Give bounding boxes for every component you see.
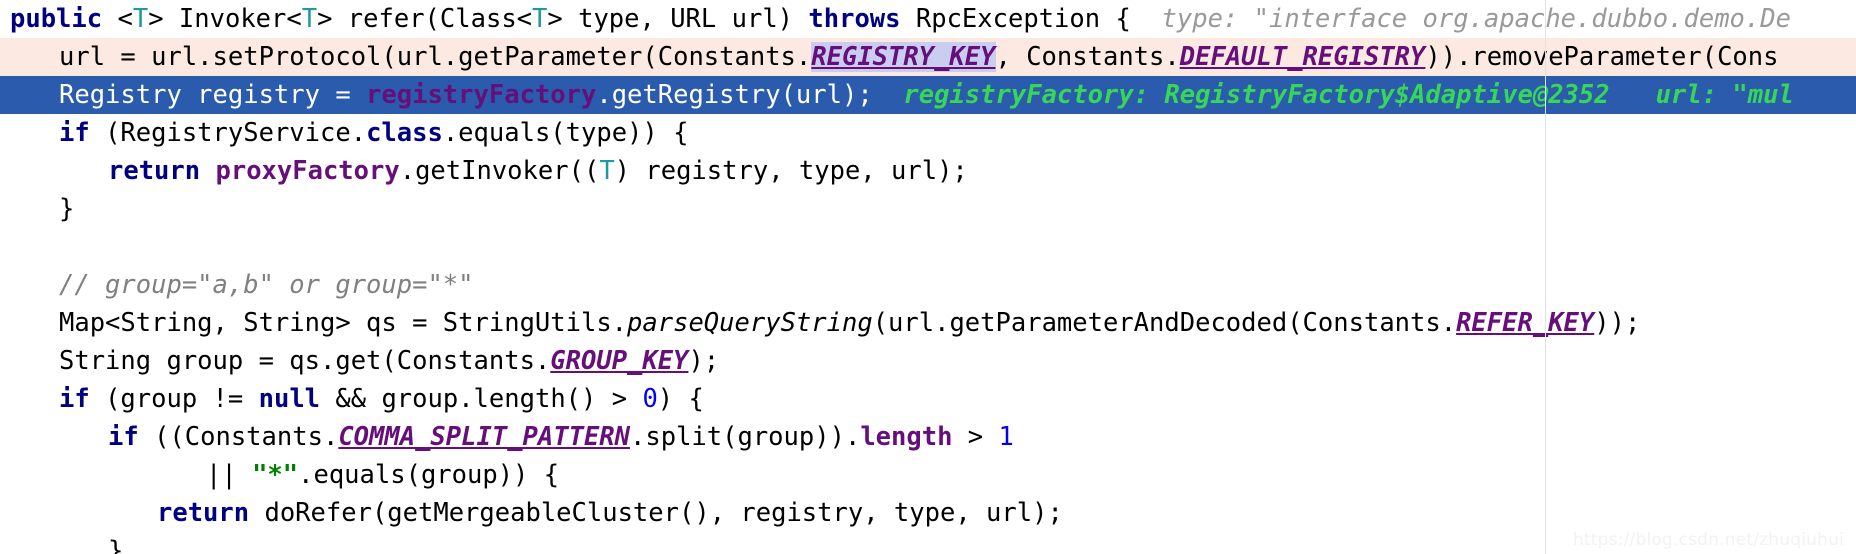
code-token: doRefer(getMergeableCluster(), registry,… [249, 498, 1063, 528]
code-token: REFER_KEY [1456, 308, 1595, 338]
code-line[interactable]: if (group != null && group.length() > 0)… [0, 380, 1856, 418]
code-line-text: if ((Constants.COMMA_SPLIT_PATTERN.split… [10, 422, 1014, 452]
code-token: throws [808, 4, 901, 34]
code-token: Map<String, String> qs = StringUtils. [59, 308, 628, 338]
code-token: .getInvoker(( [399, 156, 600, 186]
code-line[interactable]: || "*".equals(group)) { [0, 456, 1856, 494]
inline-debug-hint: type: "interface org.apache.dubbo.demo.D… [1130, 4, 1791, 34]
code-token: if [108, 422, 139, 452]
code-line-text: url = url.setProtocol(url.getParameter(C… [10, 42, 1778, 72]
code-line[interactable]: String group = qs.get(Constants.GROUP_KE… [0, 342, 1856, 380]
code-line-text: Map<String, String> qs = StringUtils.par… [10, 308, 1640, 338]
code-token: } [108, 536, 124, 554]
code-token: if [59, 384, 90, 414]
code-line[interactable]: url = url.setProtocol(url.getParameter(C… [0, 38, 1856, 76]
code-token: url = url.setProtocol(url.getParameter(C… [59, 42, 812, 72]
code-token: 1 [998, 422, 1014, 452]
code-token: (url.getParameterAndDecoded(Constants. [872, 308, 1457, 338]
code-token: > [952, 422, 999, 452]
code-line-text: Registry registry = registryFactory.getR… [10, 80, 873, 110]
code-token: > Invoker< [148, 4, 302, 34]
watermark-url: https://blog.csdn.net/zhuqiuhui [1572, 530, 1844, 550]
code-line-text: if (RegistryService.class.equals(type)) … [10, 118, 688, 148]
code-token: (group != [89, 384, 259, 414]
code-token: ((Constants. [138, 422, 339, 452]
code-token: REGISTRY_KEY [811, 42, 996, 72]
code-token: String group = qs.get(Constants. [59, 346, 551, 376]
code-token: .equals(group)) { [298, 460, 560, 490]
code-token: registryFactory [366, 80, 597, 110]
code-line-text: return doRefer(getMergeableCluster(), re… [10, 498, 1063, 528]
code-token: T [132, 4, 149, 34]
code-token: > type, URL url) [547, 4, 809, 34]
code-line[interactable]: if ((Constants.COMMA_SPLIT_PATTERN.split… [0, 418, 1856, 456]
code-line[interactable]: Registry registry = registryFactory.getR… [0, 76, 1856, 114]
code-token: DEFAULT_REGISTRY [1179, 42, 1426, 72]
code-token: return [108, 156, 201, 186]
code-token: (RegistryService. [89, 118, 367, 148]
code-line-text: return proxyFactory.getInvoker((T) regis… [10, 156, 968, 186]
code-line-text: public <T> Invoker<T> refer(Class<T> typ… [10, 4, 1131, 34]
code-line-text: } [10, 536, 123, 554]
code-token: T [301, 4, 318, 34]
code-token: } [59, 194, 75, 224]
code-token: || [206, 460, 253, 490]
code-token: proxyFactory [215, 156, 400, 186]
code-token: )).removeParameter(Cons [1425, 42, 1779, 72]
code-line[interactable]: } [0, 190, 1856, 228]
code-token: , Constants. [995, 42, 1180, 72]
code-token: ); [688, 346, 720, 376]
code-line-text: // group="a,b" or group="*" [10, 270, 474, 300]
code-token: "*" [252, 460, 299, 490]
code-token: length [860, 422, 953, 452]
code-line-text: } [10, 194, 74, 224]
code-line[interactable]: return proxyFactory.getInvoker((T) regis… [0, 152, 1856, 190]
code-editor-screenshot: public <T> Invoker<T> refer(Class<T> typ… [0, 0, 1856, 554]
code-token: > refer(Class< [317, 4, 533, 34]
code-token: 0 [642, 384, 658, 414]
code-token: Registry registry = [59, 80, 367, 110]
code-token: return [157, 498, 250, 528]
code-token: null [258, 384, 321, 414]
code-token: ) { [657, 384, 704, 414]
code-token: )); [1594, 308, 1641, 338]
code-token: class [366, 118, 443, 148]
inline-debug-hint: registryFactory: RegistryFactory$Adaptiv… [872, 80, 1794, 110]
code-token: public [10, 4, 103, 34]
code-token: T [532, 4, 548, 34]
code-editor-viewport[interactable]: public <T> Invoker<T> refer(Class<T> typ… [0, 0, 1856, 554]
code-line-text: || "*".equals(group)) { [10, 460, 559, 490]
code-token: parseQueryString [627, 308, 873, 338]
code-token: .equals(type)) { [442, 118, 689, 148]
code-line-text: String group = qs.get(Constants.GROUP_KE… [10, 346, 719, 376]
code-line[interactable]: Map<String, String> qs = StringUtils.par… [0, 304, 1856, 342]
code-line[interactable]: public <T> Invoker<T> refer(Class<T> typ… [0, 0, 1856, 38]
code-token: GROUP_KEY [550, 346, 689, 376]
code-line[interactable]: if (RegistryService.class.equals(type)) … [0, 114, 1856, 152]
code-token: RpcException { [900, 4, 1131, 34]
code-line[interactable]: // group="a,b" or group="*" [0, 266, 1856, 304]
code-token: && group.length() > [320, 384, 643, 414]
code-token: < [117, 4, 133, 34]
code-token: ) registry, type, url); [614, 156, 968, 186]
code-token: .split(group)). [630, 422, 861, 452]
code-line[interactable]: return doRefer(getMergeableCluster(), re… [0, 494, 1856, 532]
code-token: // group="a,b" or group="*" [59, 270, 474, 300]
code-line-text: if (group != null && group.length() > 0)… [10, 384, 704, 414]
code-token: T [599, 156, 615, 186]
code-token: if [59, 118, 90, 148]
code-line[interactable] [0, 228, 1856, 266]
code-token: COMMA_SPLIT_PATTERN [338, 422, 631, 452]
code-token: .getRegistry(url); [596, 80, 873, 110]
